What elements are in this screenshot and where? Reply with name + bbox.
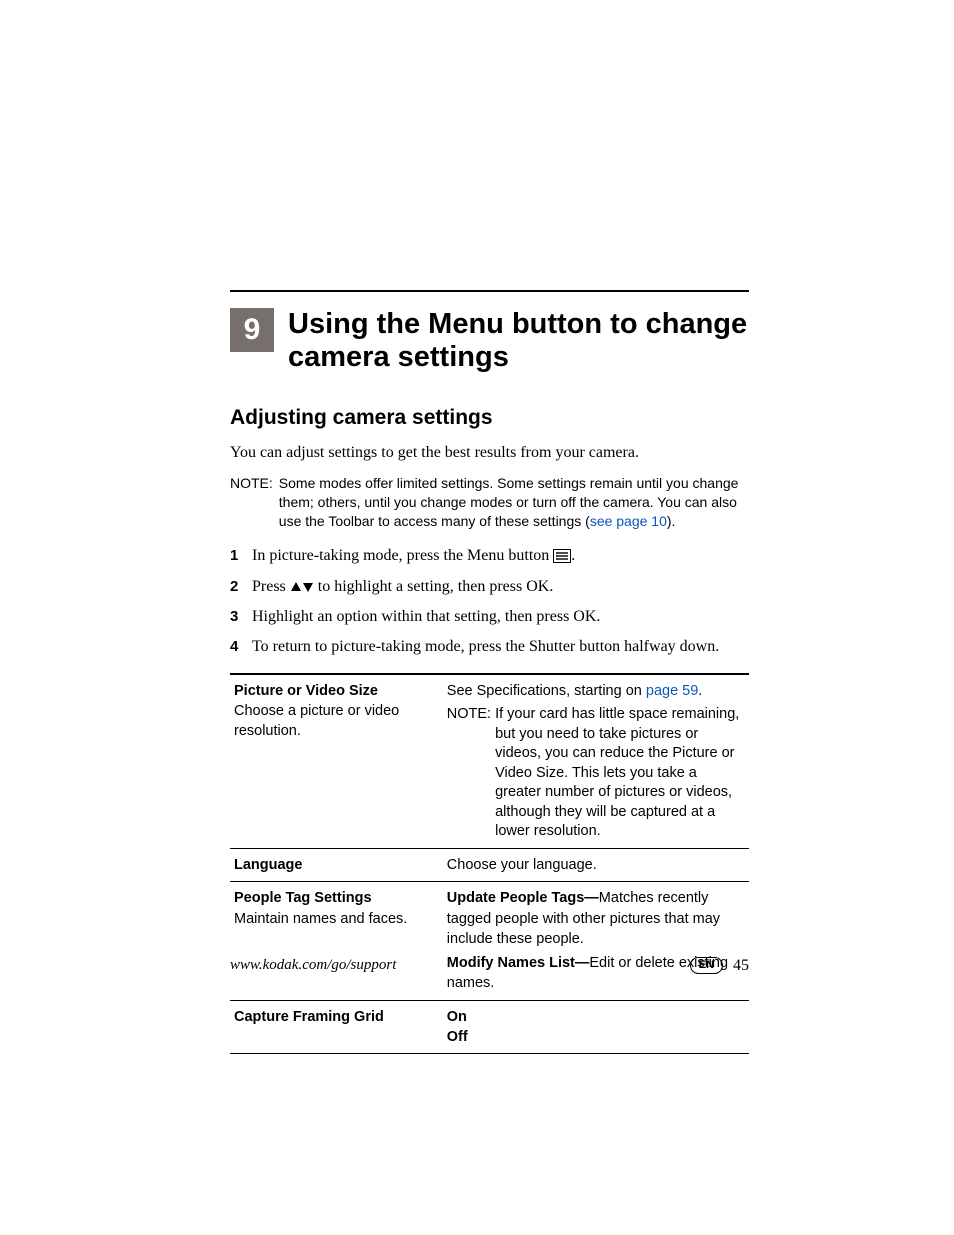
note-body: If your card has little space remaining,… [495, 705, 745, 842]
top-rule [230, 290, 749, 292]
setting-value: Choose your language. [443, 848, 749, 881]
footer-right: EN 45 [690, 955, 749, 977]
section-intro: You can adjust settings to get the best … [230, 442, 749, 464]
step-text: To return to picture-taking mode, press … [252, 636, 719, 658]
menu-icon [553, 549, 571, 563]
language-pill: EN [690, 957, 723, 974]
setting-note: NOTE: If your card has little space rema… [447, 705, 745, 842]
step-number: 3 [230, 606, 242, 628]
chapter-header: 9 Using the Menu button to change camera… [230, 308, 749, 375]
note-body: Some modes offer limited settings. Some … [279, 474, 749, 531]
table-row: Language Choose your language. [230, 848, 749, 881]
step-text-pre: In picture-taking mode, press the Menu b… [252, 547, 553, 564]
note-label: NOTE: [447, 705, 491, 842]
table-row: Capture Framing Grid On Off [230, 1000, 749, 1054]
note-link[interactable]: see page 10 [590, 513, 667, 529]
step-text: Highlight an option within that setting,… [252, 606, 600, 628]
step-item: 4 To return to picture-taking mode, pres… [230, 636, 749, 658]
note: NOTE: Some modes offer limited settings.… [230, 474, 749, 531]
footer-url[interactable]: www.kodak.com/go/support [230, 955, 396, 976]
text: . [698, 683, 702, 699]
chapter-number: 9 [230, 308, 274, 352]
step-text-post: . [571, 547, 575, 564]
setting-value: See Specifications, starting on page 59. [447, 681, 745, 701]
table-row: Picture or Video Size Choose a picture o… [230, 674, 749, 849]
step-number: 2 [230, 576, 242, 598]
page-number: 45 [733, 955, 749, 977]
chapter-title: Using the Menu button to change camera s… [288, 308, 749, 375]
step-text-pre: Press [252, 578, 290, 595]
step-item: 1 In picture-taking mode, press the Menu… [230, 545, 749, 567]
table-row: People Tag Settings Maintain names and f… [230, 882, 749, 1000]
setting-name: Picture or Video Size [234, 681, 439, 701]
setting-value: On Off [443, 1000, 749, 1054]
page-link[interactable]: page 59 [646, 683, 698, 699]
setting-name: Capture Framing Grid [234, 1007, 439, 1027]
option-off: Off [447, 1027, 745, 1047]
text: See Specifications, starting on [447, 683, 646, 699]
step-item: 2 Press to highlight a setting, then pre… [230, 576, 749, 598]
setting-name: Language [234, 855, 439, 875]
section-title: Adjusting camera settings [230, 403, 749, 432]
step-text-post: to highlight a setting, then press OK. [314, 578, 554, 595]
footer: www.kodak.com/go/support EN 45 [230, 955, 749, 977]
setting-name: People Tag Settings [234, 888, 439, 908]
page: 9 Using the Menu button to change camera… [0, 0, 954, 1235]
step-list: 1 In picture-taking mode, press the Menu… [230, 545, 749, 659]
option-bold: Update People Tags— [447, 890, 599, 906]
option-on: On [447, 1007, 745, 1027]
step-number: 1 [230, 545, 242, 567]
note-text-post: ). [667, 513, 676, 529]
step-text: In picture-taking mode, press the Menu b… [252, 545, 575, 567]
setting-desc: Choose a picture or video resolution. [234, 701, 439, 742]
settings-table: Picture or Video Size Choose a picture o… [230, 673, 749, 1055]
up-down-arrows-icon [290, 580, 314, 594]
step-text: Press to highlight a setting, then press… [252, 576, 553, 598]
step-item: 3 Highlight an option within that settin… [230, 606, 749, 628]
step-number: 4 [230, 636, 242, 658]
setting-value: Update People Tags—Matches recently tagg… [443, 882, 749, 1000]
note-label: NOTE: [230, 474, 273, 531]
setting-desc: Maintain names and faces. [234, 909, 439, 929]
